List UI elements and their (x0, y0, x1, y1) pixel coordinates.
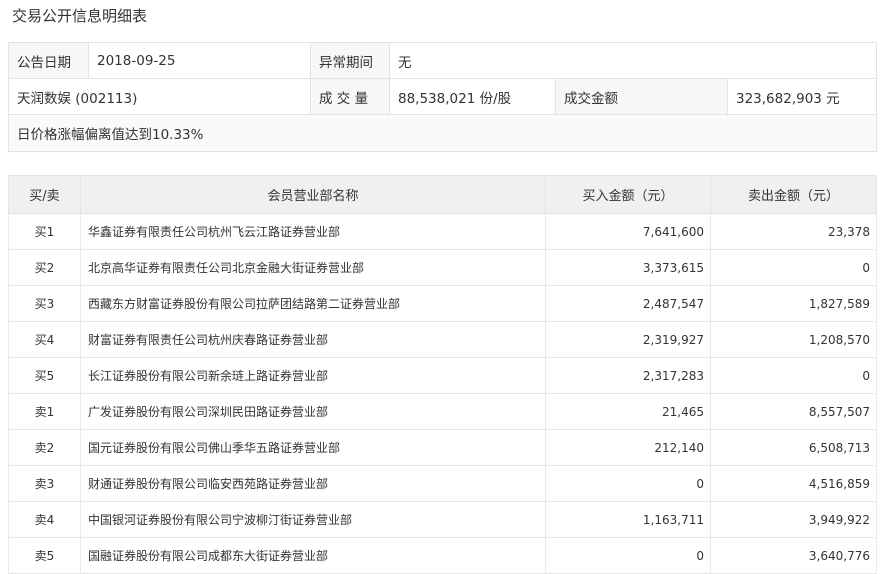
cell-sell-amount: 8,557,507 (710, 393, 877, 430)
volume-value: 88,538,021 份/股 (389, 78, 556, 115)
cell-buy-amount: 2,317,283 (545, 357, 711, 394)
cell-sell-amount: 1,208,570 (710, 321, 877, 358)
cell-buy-amount: 7,641,600 (545, 213, 711, 250)
table-body: 买1 华鑫证券有限责任公司杭州飞云江路证券营业部 7,641,600 23,378 买2… (8, 213, 877, 574)
table-row: 卖1 广发证券股份有限公司深圳民田路证券营业部 21,465 8,557,507 (8, 393, 877, 430)
cell-branch-name: 财通证券股份有限公司临安西苑路证券营业部 (80, 465, 546, 502)
header-buy-amount: 买入金额（元） (545, 175, 711, 214)
summary-row-stock: 天润数娱 (002113) 成 交 量 88,538,021 份/股 成交金额 … (8, 78, 877, 115)
table-row: 买1 华鑫证券有限责任公司杭州飞云江路证券营业部 7,641,600 23,378 (8, 213, 877, 250)
table-row: 买5 长江证券股份有限公司新余琏上路证券营业部 2,317,283 0 (8, 357, 877, 394)
cell-sell-amount: 23,378 (710, 213, 877, 250)
cell-sell-amount: 0 (710, 357, 877, 394)
cell-side: 买4 (8, 321, 81, 358)
amount-value: 323,682,903 元 (727, 78, 877, 115)
trading-seats-table: 买/卖 会员营业部名称 买入金额（元） 卖出金额（元） 买1 华鑫证券有限责任公司… (8, 175, 877, 574)
cell-branch-name: 中国银河证券股份有限公司宁波柳汀街证券营业部 (80, 501, 546, 538)
cell-branch-name: 国融证券股份有限公司成都东大街证券营业部 (80, 537, 546, 574)
cell-side: 卖4 (8, 501, 81, 538)
table-header-row: 买/卖 会员营业部名称 买入金额（元） 卖出金额（元） (8, 175, 877, 214)
summary-row-date: 公告日期 2018-09-25 异常期间 无 (8, 42, 877, 79)
cell-side: 买3 (8, 285, 81, 322)
amount-label: 成交金额 (555, 78, 728, 115)
abnormal-period-label: 异常期间 (310, 42, 390, 79)
cell-side: 买2 (8, 249, 81, 286)
table-row: 卖5 国融证券股份有限公司成都东大街证券营业部 0 3,640,776 (8, 537, 877, 574)
cell-branch-name: 华鑫证券有限责任公司杭州飞云江路证券营业部 (80, 213, 546, 250)
announce-date-value: 2018-09-25 (88, 42, 311, 79)
cell-sell-amount: 4,516,859 (710, 465, 877, 502)
header-side: 买/卖 (8, 175, 81, 214)
cell-branch-name: 财富证券有限责任公司杭州庆春路证券营业部 (80, 321, 546, 358)
header-branch-name: 会员营业部名称 (80, 175, 546, 214)
volume-label: 成 交 量 (310, 78, 390, 115)
cell-side: 卖5 (8, 537, 81, 574)
deviation-note: 日价格涨幅偏离值达到10.33% (8, 114, 877, 152)
cell-buy-amount: 2,487,547 (545, 285, 711, 322)
cell-side: 卖2 (8, 429, 81, 466)
cell-buy-amount: 3,373,615 (545, 249, 711, 286)
cell-side: 卖3 (8, 465, 81, 502)
cell-sell-amount: 0 (710, 249, 877, 286)
cell-branch-name: 广发证券股份有限公司深圳民田路证券营业部 (80, 393, 546, 430)
stock-name: 天润数娱 (002113) (8, 78, 311, 115)
cell-buy-amount: 212,140 (545, 429, 711, 466)
summary-info-table: 公告日期 2018-09-25 异常期间 无 天润数娱 (002113) 成 交… (8, 42, 877, 152)
table-row: 买3 西藏东方财富证券股份有限公司拉萨团结路第二证券营业部 2,487,547 1,8… (8, 285, 877, 322)
table-row: 卖2 国元证券股份有限公司佛山季华五路证券营业部 212,140 6,508,713 (8, 429, 877, 466)
cell-branch-name: 国元证券股份有限公司佛山季华五路证券营业部 (80, 429, 546, 466)
abnormal-period-value: 无 (389, 42, 877, 79)
cell-buy-amount: 21,465 (545, 393, 711, 430)
cell-sell-amount: 6,508,713 (710, 429, 877, 466)
header-sell-amount: 卖出金额（元） (710, 175, 877, 214)
page-title: 交易公开信息明细表 (12, 7, 148, 25)
cell-branch-name: 长江证券股份有限公司新余琏上路证券营业部 (80, 357, 546, 394)
cell-buy-amount: 1,163,711 (545, 501, 711, 538)
announce-date-label: 公告日期 (8, 42, 89, 79)
summary-row-note: 日价格涨幅偏离值达到10.33% (8, 114, 877, 152)
cell-sell-amount: 1,827,589 (710, 285, 877, 322)
cell-buy-amount: 0 (545, 465, 711, 502)
table-row: 买4 财富证券有限责任公司杭州庆春路证券营业部 2,319,927 1,208,570 (8, 321, 877, 358)
cell-side: 买1 (8, 213, 81, 250)
cell-branch-name: 北京高华证券有限责任公司北京金融大街证券营业部 (80, 249, 546, 286)
table-row: 买2 北京高华证券有限责任公司北京金融大街证券营业部 3,373,615 0 (8, 249, 877, 286)
cell-buy-amount: 0 (545, 537, 711, 574)
cell-side: 买5 (8, 357, 81, 394)
cell-buy-amount: 2,319,927 (545, 321, 711, 358)
table-row: 卖3 财通证券股份有限公司临安西苑路证券营业部 0 4,516,859 (8, 465, 877, 502)
table-row: 卖4 中国银河证券股份有限公司宁波柳汀街证券营业部 1,163,711 3,949,9… (8, 501, 877, 538)
cell-side: 卖1 (8, 393, 81, 430)
cell-sell-amount: 3,640,776 (710, 537, 877, 574)
cell-branch-name: 西藏东方财富证券股份有限公司拉萨团结路第二证券营业部 (80, 285, 546, 322)
cell-sell-amount: 3,949,922 (710, 501, 877, 538)
